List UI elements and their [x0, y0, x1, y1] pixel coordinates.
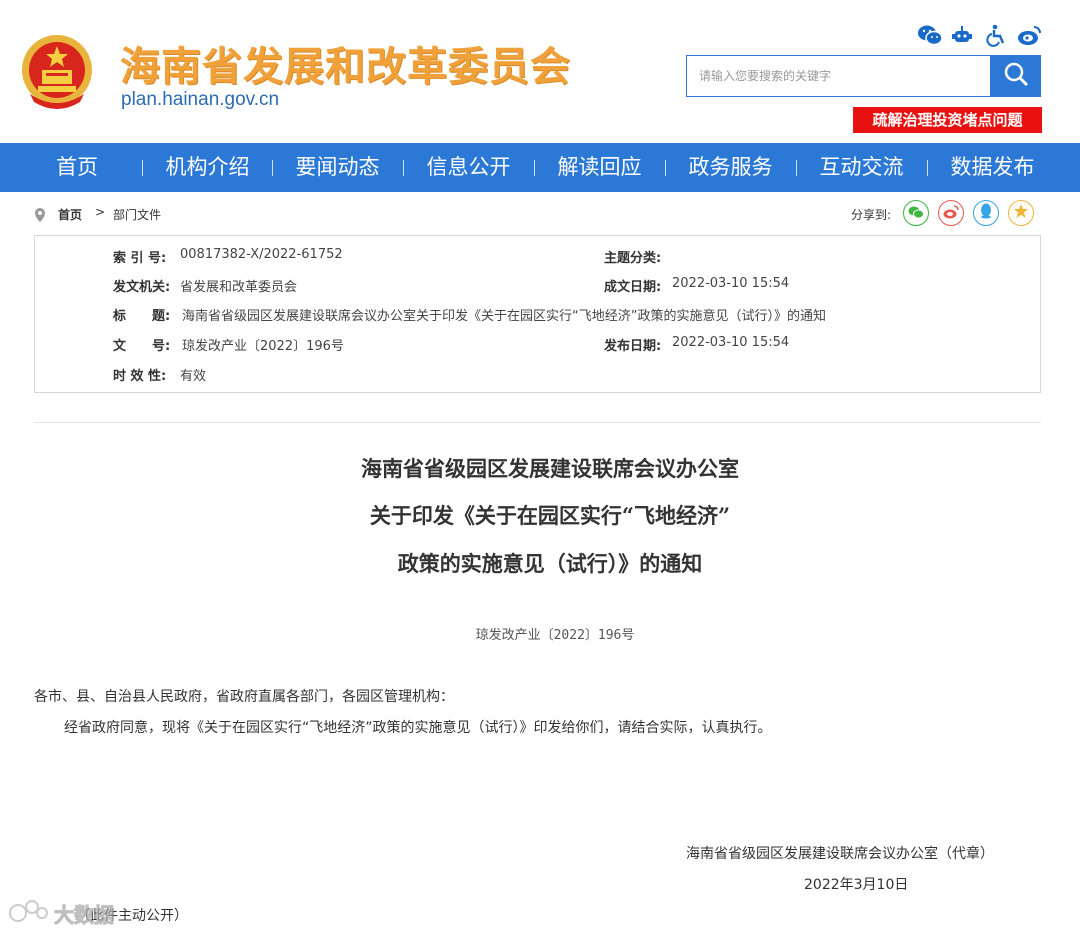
breadcrumb-home[interactable]: 首页	[58, 206, 82, 223]
qq-icon	[979, 203, 993, 223]
nav-separator	[142, 160, 143, 176]
search-input[interactable]	[697, 56, 991, 96]
share-wechat-button[interactable]	[903, 200, 929, 226]
nav-separator	[272, 160, 273, 176]
weibo-icon	[943, 204, 959, 223]
watermark-icon	[8, 897, 50, 929]
search-button[interactable]	[991, 55, 1041, 97]
document-paragraph: 经省政府同意，现将《关于在园区实行“飞地经济”政策的实施意见（试行）》印发给你们…	[64, 720, 772, 736]
meta-published-value: 2022-03-10 15:54	[672, 335, 790, 350]
nav-item-about[interactable]: 机构介绍	[155, 143, 260, 192]
nav-item-interaction[interactable]: 互动交流	[809, 143, 914, 192]
meta-index-value: 00817382-X/2022-61752	[180, 247, 343, 262]
meta-validity-value: 有效	[180, 369, 207, 384]
content-divider	[34, 422, 1041, 423]
watermark-logo: 大数据	[8, 897, 115, 929]
nav-separator	[665, 160, 666, 176]
document-title-line3: 政策的实施意见（试行）》的通知	[397, 551, 703, 576]
weibo-icon[interactable]	[1017, 23, 1043, 49]
accessibility-icon[interactable]	[984, 23, 1010, 49]
breadcrumb-current[interactable]: 部门文件	[113, 206, 161, 223]
meta-topic-label: 主题分类:	[604, 251, 662, 266]
meta-index-label: 索 引 号:	[113, 251, 167, 266]
meta-created-label: 成文日期:	[604, 280, 662, 295]
nav-separator	[534, 160, 535, 176]
site-title[interactable]: 海南省发展和改革委员会	[120, 34, 571, 92]
site-url[interactable]: plan.hainan.gov.cn	[121, 89, 279, 111]
meta-created-value: 2022-03-10 15:54	[672, 276, 790, 291]
nav-separator	[927, 160, 928, 176]
document-salutation: 各市、县、自治县人民政府，省政府直属各部门，各园区管理机构：	[34, 689, 454, 705]
national-emblem	[18, 32, 96, 112]
share-qq-button[interactable]	[973, 200, 999, 226]
robot-icon[interactable]	[949, 23, 975, 49]
meta-title-label: 标 题:	[113, 309, 171, 324]
location-pin-icon	[34, 207, 46, 226]
nav-item-news[interactable]: 要闻动态	[285, 143, 390, 192]
document-signature: 海南省省级园区发展建设联席会议办公室（代章）	[686, 846, 994, 862]
wechat-icon	[908, 204, 924, 223]
meta-docno-value: 琼发改产业〔2022〕196号	[182, 339, 344, 354]
nav-item-interpretation[interactable]: 解读回应	[547, 143, 652, 192]
nav-item-disclosure[interactable]: 信息公开	[416, 143, 521, 192]
nav-separator	[403, 160, 404, 176]
document-number: 琼发改产业〔2022〕196号	[475, 628, 635, 643]
nav-item-home[interactable]: 首页	[30, 143, 124, 192]
nav-item-services[interactable]: 政务服务	[678, 143, 783, 192]
share-weibo-button[interactable]	[938, 200, 964, 226]
breadcrumb-separator: >	[95, 205, 106, 219]
document-title-line2: 关于印发《关于在园区实行“飞地经济”	[369, 503, 731, 528]
document-title-line1: 海南省省级园区发展建设联席会议办公室	[361, 456, 739, 481]
meta-title-value: 海南省省级园区发展建设联席会议办公室关于印发《关于在园区实行“飞地经济”政策的实…	[182, 309, 826, 324]
watermark-text: 大数据	[54, 902, 115, 927]
search-box[interactable]	[686, 55, 991, 97]
nav-separator	[796, 160, 797, 176]
main-nav: 首页 机构介绍 要闻动态 信息公开 解读回应 政务服务 互动交流 数据发布	[0, 143, 1080, 192]
nav-item-data[interactable]: 数据发布	[940, 143, 1045, 192]
meta-validity-label: 时 效 性:	[113, 369, 167, 384]
promo-banner-button[interactable]: 疏解治理投资堵点问题	[853, 107, 1042, 133]
meta-docno-label: 文 号:	[113, 339, 171, 354]
share-qzone-button[interactable]	[1008, 200, 1034, 226]
meta-issuer-value: 省发展和改革委员会	[180, 280, 298, 295]
meta-published-label: 发布日期:	[604, 339, 662, 354]
search-icon	[1003, 61, 1029, 91]
star-icon	[1013, 203, 1029, 223]
document-date: 2022年3月10日	[804, 877, 909, 893]
wechat-icon[interactable]	[917, 23, 943, 49]
meta-issuer-label: 发文机关:	[113, 280, 171, 295]
share-label: 分享到:	[851, 208, 892, 222]
